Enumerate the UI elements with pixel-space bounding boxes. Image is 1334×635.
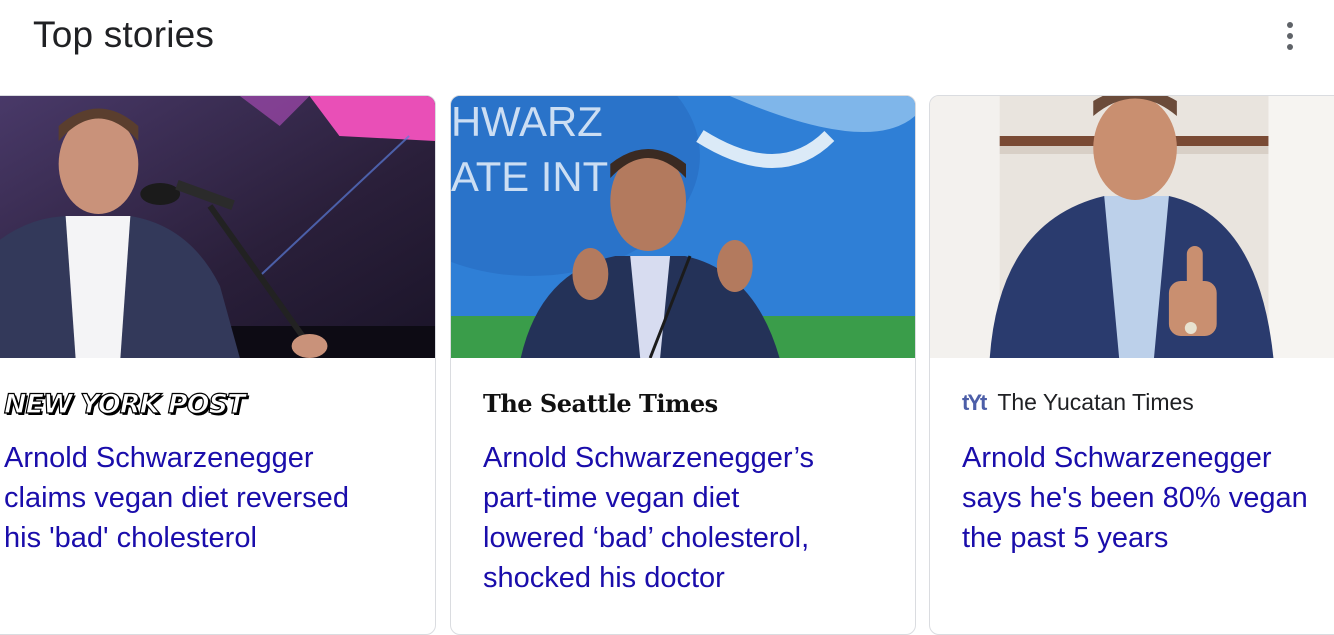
story-card[interactable]: tYt The Yucatan Times Arnold Schwarzeneg…	[929, 95, 1334, 635]
source-logo: The Seattle Times	[483, 389, 718, 418]
story-headline[interactable]: Arnold Schwarzenegger’s part-time vegan …	[483, 438, 814, 598]
source-logo: tYt The Yucatan Times	[962, 389, 1194, 416]
story-card[interactable]: NEW YORK POST Arnold Schwarzenegger clai…	[0, 95, 436, 635]
more-vert-icon[interactable]	[1276, 18, 1304, 54]
story-thumbnail[interactable]	[930, 96, 1334, 358]
yucatan-times-icon: tYt	[962, 389, 987, 415]
source-name: The Seattle Times	[483, 389, 718, 418]
thumbnail-image	[0, 96, 435, 358]
story-thumbnail[interactable]	[0, 96, 435, 358]
source-name: NEW YORK POST	[3, 388, 246, 420]
story-headline[interactable]: Arnold Schwarzenegger claims vegan diet …	[4, 438, 349, 558]
story-card[interactable]: HWARZ ATE INT The Seattle Times Arnold S…	[450, 95, 916, 635]
source-logo: NEW YORK POST	[3, 388, 246, 420]
thumbnail-image	[930, 96, 1334, 358]
story-thumbnail[interactable]: HWARZ ATE INT	[451, 96, 915, 358]
thumbnail-image: HWARZ ATE INT	[451, 96, 915, 358]
dot	[1287, 33, 1293, 39]
source-name: The Yucatan Times	[997, 389, 1194, 415]
page-title: Top stories	[33, 14, 215, 55]
story-headline[interactable]: Arnold Schwarzenegger says he's been 80%…	[962, 438, 1308, 558]
dot	[1287, 22, 1293, 28]
dot	[1287, 44, 1293, 50]
